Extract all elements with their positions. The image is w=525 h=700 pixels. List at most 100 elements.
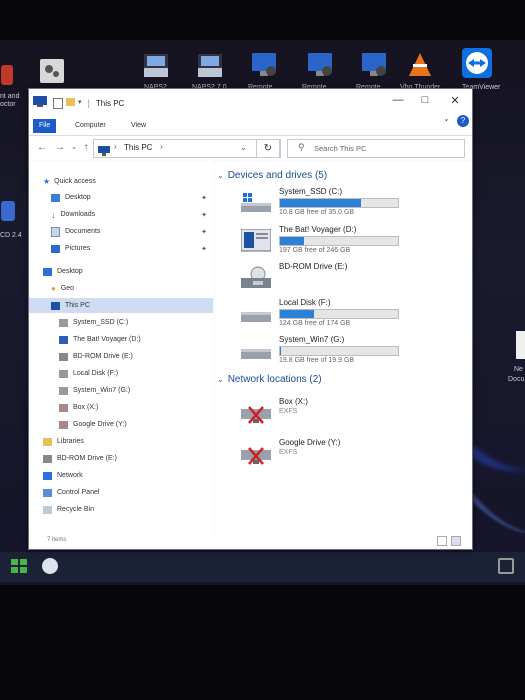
teamviewer-icon[interactable] — [460, 46, 494, 80]
status-bar: 7 items — [29, 534, 472, 548]
forward-button[interactable]: → — [53, 141, 67, 155]
drive-item-e[interactable]: BD-ROM Drive (E:) — [241, 262, 401, 296]
desktop-label-left-1: nt and — [0, 93, 20, 100]
tab-view[interactable]: View — [125, 119, 152, 133]
user-icon: ● — [51, 284, 56, 293]
nav-control-panel[interactable]: Control Panel — [43, 485, 213, 500]
drive-item-d[interactable]: The Bat! Voyager (D:) 197 GB free of 246… — [240, 225, 401, 259]
nav-drive-f[interactable]: Local Disk (F:) — [59, 366, 213, 381]
drive-item-f[interactable]: Local Disk (F:) 124 GB free of 174 GB — [241, 298, 401, 332]
nav-drive-d-label: The Bat! Voyager (D:) — [73, 336, 141, 343]
dropdown-arrow-icon[interactable]: ▾ — [78, 98, 82, 109]
minimize-button[interactable]: — — [384, 89, 412, 111]
nav-desktop[interactable]: Desktop — [43, 264, 213, 279]
nav-this-pc[interactable]: This PC — [29, 298, 213, 313]
usage-fill — [280, 347, 282, 355]
drive-name: BD-ROM Drive (E:) — [279, 262, 348, 271]
network-group-header[interactable]: ⌄ Network locations (2) — [217, 374, 322, 385]
up-button[interactable]: ↑ — [79, 141, 93, 155]
properties-icon[interactable] — [53, 97, 63, 109]
nav-drive-c[interactable]: System_SSD (C:) — [59, 315, 213, 330]
bd-rom-icon — [241, 266, 271, 290]
disconnected-network-drive-icon — [241, 442, 271, 466]
disc-drive-icon — [43, 454, 52, 463]
help-icon[interactable]: ? — [457, 115, 469, 127]
desktop-app-icon-left-2[interactable] — [0, 196, 16, 226]
usage-fill — [280, 310, 315, 318]
nav-libraries[interactable]: Libraries — [43, 434, 213, 449]
drive-filesystem: EXFS — [279, 449, 298, 456]
settings-app-icon[interactable] — [36, 56, 68, 86]
scanner-icon-2[interactable] — [194, 50, 226, 80]
star-icon: ★ — [43, 177, 51, 186]
nav-desktop-label: Desktop — [57, 268, 83, 275]
refresh-button[interactable]: ↻ — [256, 139, 280, 158]
details-view-icon[interactable] — [437, 536, 447, 546]
nav-bdrom[interactable]: BD-ROM Drive (E:) — [43, 451, 213, 466]
nav-libraries-label: Libraries — [57, 438, 84, 445]
search-placeholder: Search This PC — [314, 144, 367, 153]
windows-drive-icon — [241, 191, 271, 215]
taskbar-app-icon[interactable] — [42, 558, 62, 576]
back-button[interactable]: ← — [35, 141, 49, 155]
desktop-app-icon-left[interactable] — [0, 60, 14, 90]
drive-item-c[interactable]: System_SSD (C:) 10.8 GB free of 35.0 GB — [241, 187, 401, 221]
breadcrumb-this-pc[interactable]: This PC — [124, 143, 152, 152]
start-button[interactable] — [10, 558, 30, 576]
devices-group-title: Devices and drives (5) — [227, 170, 328, 181]
large-icons-view-icon[interactable] — [451, 536, 461, 546]
remote-desktop-icon-3[interactable] — [358, 50, 390, 80]
nav-drive-e[interactable]: BD-ROM Drive (E:) — [59, 349, 213, 364]
nav-network[interactable]: Network — [43, 468, 213, 483]
desktop-label-left-2: octor — [0, 101, 16, 108]
ribbon: File Computer View ⌄ ? — [29, 114, 472, 136]
pc-icon — [51, 301, 60, 310]
nav-downloads[interactable]: ↓ Downloads ✦ — [51, 207, 213, 222]
nav-drive-x[interactable]: Box (X:) — [59, 400, 213, 415]
address-bar-row: ← → ⌄ ↑ › This PC › ⌄ ↻ ⚲ Search This PC — [29, 136, 472, 160]
search-icon: ⚲ — [298, 142, 305, 152]
drive-icon — [59, 386, 68, 395]
remote-desktop-icon-2[interactable] — [304, 50, 336, 80]
network-drive-y[interactable]: Google Drive (Y:) EXFS — [241, 438, 401, 472]
chevron-down-icon: ⌄ — [217, 171, 224, 180]
breadcrumb-chevron-icon[interactable]: › — [160, 142, 163, 151]
download-icon: ↓ — [51, 209, 56, 220]
search-input[interactable]: ⚲ Search This PC — [287, 139, 465, 158]
maximize-button[interactable]: □ — [411, 89, 439, 111]
document-icon-right[interactable] — [516, 330, 525, 360]
nav-drive-d[interactable]: The Bat! Voyager (D:) — [59, 332, 213, 347]
nav-recycle-bin-label: Recycle Bin — [57, 506, 94, 513]
nav-desktop-pinned[interactable]: Desktop ✦ — [51, 190, 213, 205]
nav-recycle-bin[interactable]: Recycle Bin — [43, 502, 213, 517]
nav-pictures[interactable]: Pictures ✦ — [51, 241, 213, 256]
drive-item-g[interactable]: System_Win7 (G:) 19.8 GB free of 19.9 GB — [241, 335, 401, 369]
address-field[interactable]: › This PC › ⌄ — [93, 139, 281, 158]
tab-computer[interactable]: Computer — [69, 119, 112, 133]
drive-icon — [59, 335, 68, 344]
desktop-label-right-1: Ne — [514, 366, 523, 373]
drive-free-space: 124 GB free of 174 GB — [279, 320, 351, 327]
taskbar-tray-icon[interactable] — [498, 558, 518, 576]
folder-icon[interactable] — [66, 97, 75, 106]
expand-ribbon-icon[interactable]: ⌄ — [443, 114, 450, 123]
quick-access-toolbar[interactable]: ▾ — [53, 97, 82, 109]
drive-free-space: 10.8 GB free of 35.0 GB — [279, 209, 355, 216]
nav-user-geo[interactable]: ● Geo — [51, 281, 213, 296]
remote-desktop-icon[interactable] — [248, 50, 280, 80]
nav-drive-g[interactable]: System_Win7 (G:) — [59, 383, 213, 398]
vlc-icon[interactable] — [404, 50, 436, 80]
network-drive-icon — [59, 403, 68, 412]
address-dropdown-icon[interactable]: ⌄ — [240, 143, 247, 152]
scanner-icon[interactable] — [140, 50, 172, 80]
network-drive-x[interactable]: Box (X:) EXFS — [241, 397, 401, 431]
pin-icon: ✦ — [201, 228, 207, 236]
nav-quick-access[interactable]: ★ Quick access — [43, 174, 213, 189]
nav-drive-y[interactable]: Google Drive (Y:) — [59, 417, 213, 432]
tab-file[interactable]: File — [33, 119, 57, 133]
usage-bar — [279, 346, 399, 356]
close-button[interactable]: ✕ — [441, 89, 469, 111]
devices-group-header[interactable]: ⌄ Devices and drives (5) — [217, 170, 327, 181]
nav-documents[interactable]: Documents ✦ — [51, 224, 213, 239]
drive-name: Box (X:) — [279, 397, 308, 406]
